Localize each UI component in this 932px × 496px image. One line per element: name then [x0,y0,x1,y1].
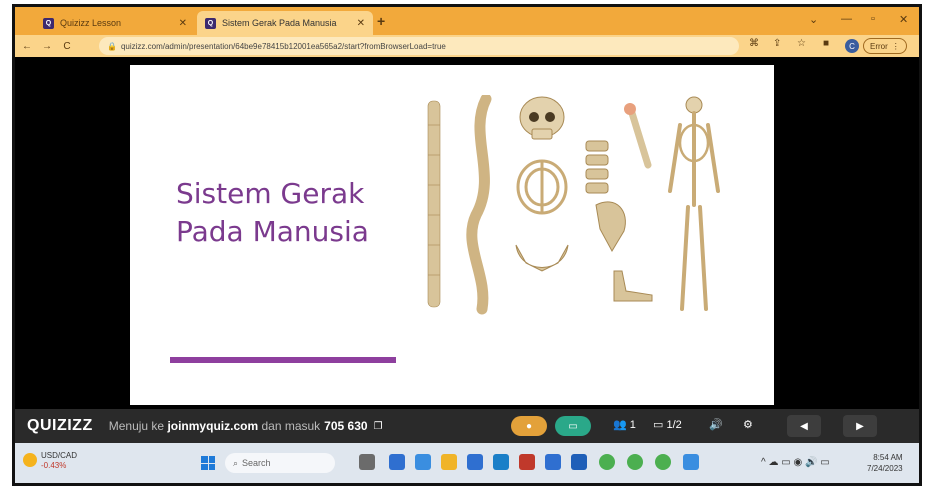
full-skeleton-icon [668,96,720,311]
skeleton-illustration [427,95,720,315]
error-label: Error [870,41,888,51]
app-icon[interactable] [493,454,509,470]
taskbar-search[interactable]: ⌕ Search [225,453,335,473]
chevron-down-icon[interactable]: ⌄ [809,13,818,26]
slide-title: Sistem Gerak Pada Manusia [176,175,369,251]
join-code: 705 630 [324,419,368,433]
spine-side-icon [466,95,492,315]
lock-icon: 🔒 [107,41,117,51]
close-icon[interactable]: ✕ [179,18,187,29]
reload-icon[interactable]: C [59,41,75,52]
tab-label: Quizizz Lesson [60,18,122,28]
hip-implant-icon [624,103,652,169]
url-text: quizizz.com/admin/presentation/64be9e784… [120,41,446,51]
profile-avatar[interactable]: C [845,39,859,53]
slides-icon: ▭ [653,419,664,431]
participants-count[interactable]: 👥 1 [613,418,636,431]
ribcage-icon [516,159,568,215]
app-icon[interactable] [545,454,561,470]
close-icon[interactable]: ✕ [357,18,365,29]
ticker-symbol: USD/CAD [41,451,78,460]
window-close-icon[interactable]: ✕ [899,13,908,26]
join-site: joinmyquiz.com [167,419,259,433]
tab-label: Sistem Gerak Pada Manusia [222,18,337,28]
next-slide-button[interactable]: ▶ [843,415,877,437]
browser-toolbar: ← → C 🔒 quizizz.com/admin/presentation/6… [15,35,919,57]
quizizz-favicon-icon: Q [43,17,54,29]
users-icon: 👥 [613,419,627,431]
forward-arrow-icon[interactable]: → [39,41,55,52]
more-vert-icon: ⋮ [891,41,900,51]
bookmark-star-icon[interactable]: ☆ [797,38,806,49]
slide-title-line-1: Sistem Gerak [176,177,365,210]
browser-tab-strip: Q Quizizz Lesson ✕ Q Sistem Gerak Pada M… [15,7,919,35]
volume-icon[interactable]: 🔊 [709,418,723,431]
participants-value: 1 [629,419,636,431]
copy-code-icon[interactable]: ❐ [374,421,383,432]
join-middle: dan masuk [261,419,321,433]
title-underline [170,357,396,363]
join-prefix: Menuju ke [108,419,165,433]
quizizz-presenter-bar: QUIZIZZ Menuju ke joinmyquiz.com dan mas… [15,409,919,443]
screenshot-frame: Q Quizizz Lesson ✕ Q Sistem Gerak Pada M… [12,4,922,486]
back-arrow-icon[interactable]: ← [19,41,35,52]
previous-slide-button[interactable]: ◀ [787,415,821,437]
app-icon[interactable] [519,454,535,470]
app-icon[interactable] [389,454,405,470]
share-icon[interactable]: ⇪ [773,38,781,49]
skull-icon [519,96,565,140]
translate-icon[interactable]: ⌘ [749,38,759,49]
photos-icon[interactable] [683,454,699,470]
search-placeholder: Search [242,458,271,468]
windows-taskbar: USD/CAD -0.43% ⌕ Search ^ ☁ ▭ ◉ 🔊 ▭ 8:54… [15,443,919,483]
file-explorer-icon[interactable] [441,454,457,470]
chrome-icon[interactable] [627,454,643,470]
vertebrae-icon [585,140,609,194]
pelvis-icon [515,244,569,272]
system-tray[interactable]: ^ ☁ ▭ ◉ 🔊 ▭ [761,457,830,468]
word-icon[interactable] [571,454,587,470]
slide-counter[interactable]: ▭ 1/2 [653,418,682,431]
quizizz-favicon-icon: Q [205,17,216,29]
sun-icon [23,453,37,467]
chrome-icon[interactable] [599,454,615,470]
spine-front-icon [427,100,441,308]
stock-widget[interactable]: USD/CAD -0.43% [23,451,77,471]
minimize-icon[interactable]: — [841,13,852,25]
taskbar-clock[interactable]: 8:54 AM 7/24/2023 [867,452,903,474]
reactions-button[interactable]: ● [511,416,547,436]
slide-title-line-2: Pada Manusia [176,215,369,248]
slide-counter-value: 1/2 [666,419,682,431]
chrome-icon[interactable] [655,454,671,470]
search-icon: ⌕ [233,457,239,468]
clock-date: 7/24/2023 [867,464,903,473]
tab-quizizz-lesson[interactable]: Q Quizizz Lesson ✕ [35,11,195,35]
windows-start-icon[interactable] [201,456,215,470]
error-button[interactable]: Error ⋮ [863,38,907,54]
gear-icon[interactable]: ⚙ [743,418,753,431]
app-icon[interactable] [415,454,431,470]
sidepanel-icon[interactable]: ■ [823,38,829,49]
new-tab-button[interactable]: + [377,13,385,29]
address-bar[interactable]: 🔒 quizizz.com/admin/presentation/64be9e7… [99,37,739,55]
shoulder-icon [595,201,626,253]
app-icon[interactable] [359,454,375,470]
join-instructions: Menuju ke joinmyquiz.com dan masuk [109,419,320,433]
app-icon[interactable] [467,454,483,470]
restore-icon[interactable]: ▫ [871,13,875,25]
ticker-change: -0.43% [41,461,67,470]
slide-canvas: Sistem Gerak Pada Manusia [130,65,774,405]
presentation-stage: Sistem Gerak Pada Manusia [15,57,919,409]
quizizz-logo: QUIZIZZ [27,417,93,434]
foot-icon [613,270,653,302]
clock-time: 8:54 AM [873,453,903,462]
tab-sistem-gerak[interactable]: Q Sistem Gerak Pada Manusia ✕ [197,11,373,35]
whiteboard-button[interactable]: ▭ [555,416,591,436]
